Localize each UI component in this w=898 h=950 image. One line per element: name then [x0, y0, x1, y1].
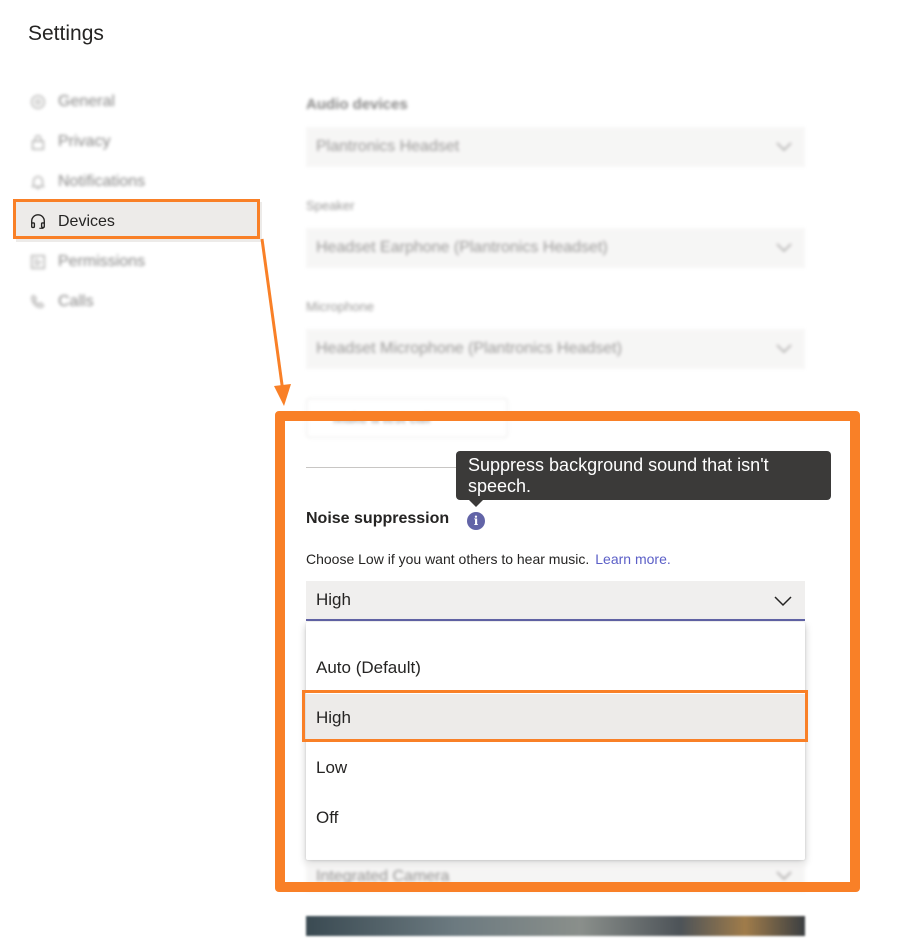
- speaker-select[interactable]: Headset Earphone (Plantronics Headset): [306, 228, 805, 268]
- permissions-icon: [28, 252, 48, 272]
- sidebar-item-privacy[interactable]: Privacy: [28, 122, 258, 162]
- lock-icon: [28, 132, 48, 152]
- camera-preview: [306, 916, 805, 936]
- audio-devices-heading: Audio devices: [306, 96, 408, 113]
- page-title: Settings: [28, 22, 104, 45]
- sidebar-item-label: Permissions: [58, 253, 146, 270]
- microphone-label: Microphone: [306, 299, 374, 314]
- chevron-down-icon: [776, 344, 792, 354]
- sidebar-item-label: Privacy: [58, 133, 111, 150]
- sidebar-item-general[interactable]: General: [28, 82, 258, 122]
- sidebar-item-calls[interactable]: Calls: [28, 282, 258, 322]
- microphone-value: Headset Microphone (Plantronics Headset): [316, 340, 622, 357]
- audio-device-select[interactable]: Plantronics Headset: [306, 127, 805, 167]
- chevron-down-icon: [776, 142, 792, 152]
- sidebar-item-label: General: [58, 93, 115, 110]
- devices-highlight: [13, 199, 260, 239]
- phone-icon: [28, 292, 48, 312]
- sidebar-item-label: Calls: [58, 293, 94, 310]
- gear-icon: [28, 92, 48, 112]
- microphone-select[interactable]: Headset Microphone (Plantronics Headset): [306, 329, 805, 369]
- audio-device-value: Plantronics Headset: [316, 138, 460, 155]
- sidebar-item-notifications[interactable]: Notifications: [28, 162, 258, 202]
- sidebar-item-permissions[interactable]: Permissions: [28, 242, 258, 282]
- speaker-label: Speaker: [306, 198, 355, 213]
- noise-suppression-highlight: [275, 411, 860, 892]
- speaker-value: Headset Earphone (Plantronics Headset): [316, 239, 608, 256]
- bell-icon: [28, 172, 48, 192]
- chevron-down-icon: [776, 243, 792, 253]
- sidebar-item-label: Notifications: [58, 173, 146, 190]
